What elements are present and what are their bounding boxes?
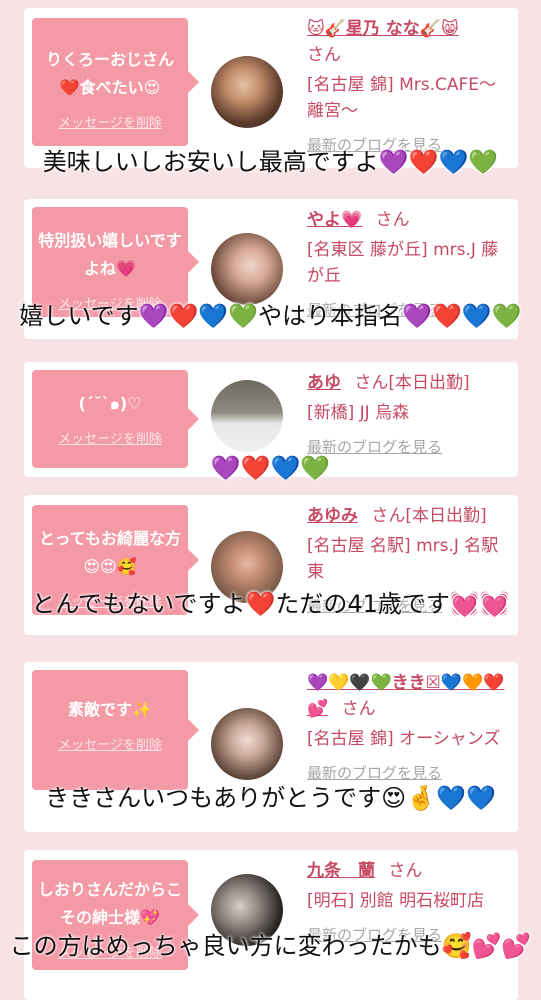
cast-name-row[interactable]: 🐱🎸星乃 なな🎸😸 さん: [307, 16, 512, 68]
delete-message-link[interactable]: メッセージを削除: [32, 734, 188, 753]
overlay-caption: とんでもないですよ❤️ただの41歳です💓💓: [31, 590, 510, 618]
message-card: りくろーおじさん❤️食べたい😍 メッセージを削除 🐱🎸星乃 なな🎸😸 さん [名…: [24, 8, 518, 168]
store-name: [新橋] JJ 烏森: [307, 403, 410, 423]
message-text: 素敵です✨: [68, 700, 152, 719]
cast-name[interactable]: あゆみ: [307, 506, 358, 526]
message-text: (´˘`๑)♡: [78, 394, 142, 413]
cast-name-row[interactable]: 💜💛🖤💚きき☒💙🧡❤️💕 さん: [307, 670, 512, 722]
cast-name-row[interactable]: やよ💗 さん: [307, 207, 512, 233]
honorific: さん[本日出勤]: [354, 373, 470, 393]
avatar[interactable]: [211, 708, 283, 780]
profile-info: 🐱🎸星乃 なな🎸😸 さん [名古屋 錦] Mrs.CAFE～離宮～ 最新のブログ…: [307, 16, 512, 156]
overlay-caption: ききさんいつもありがとうです😍🤞💙💙: [45, 784, 496, 812]
store-name: [名古屋 錦] Mrs.CAFE～離宮～: [307, 75, 497, 121]
honorific: さん: [375, 210, 410, 230]
message-text: 特別扱い嬉しいですよね💗: [38, 231, 182, 278]
overlay-caption: 💜❤️💙💚: [210, 454, 331, 482]
avatar[interactable]: [211, 233, 283, 305]
message-bubble: 素敵です✨ メッセージを削除: [32, 670, 199, 790]
message-bubble: りくろーおじさん❤️食べたい😍 メッセージを削除: [32, 18, 199, 146]
store-name: [名古屋 錦] オーシャンズ: [307, 729, 501, 749]
cast-name[interactable]: 💜💛🖤💚きき☒💙🧡❤️💕: [307, 673, 504, 719]
overlay-caption: 嬉しいです💜❤️💙💚やはり本指名💜❤️💙💚: [19, 302, 522, 330]
cast-name[interactable]: やよ💗: [307, 210, 362, 230]
honorific: さん: [388, 861, 423, 881]
store-name: [明石] 別館 明石桜町店: [307, 891, 485, 911]
cast-name[interactable]: あゆ: [307, 373, 341, 393]
blog-link[interactable]: 最新のブログを見る: [307, 762, 512, 784]
message-text: りくろーおじさん❤️食べたい😍: [45, 50, 174, 97]
overlay-caption: この方はめっちゃ良い方に変わったかも🥰💕💕: [9, 932, 532, 960]
cast-name[interactable]: 🐱🎸星乃 なな🎸😸: [307, 19, 459, 39]
store-name: [名古屋 名駅] mrs.J 名駅東: [307, 536, 499, 582]
honorific: さん: [307, 45, 341, 65]
profile-info: 💜💛🖤💚きき☒💙🧡❤️💕 さん [名古屋 錦] オーシャンズ 最新のブログを見る: [307, 670, 512, 784]
overlay-caption: 美味しいしお安いし最高ですよ💜❤️💙💚: [42, 148, 499, 176]
honorific: さん[本日出勤]: [371, 506, 487, 526]
message-text: しおりさんだからこその紳士様💖: [38, 880, 183, 927]
message-text: とってもお綺麗な方😍😍🥰: [39, 529, 181, 576]
delete-message-link[interactable]: メッセージを削除: [32, 428, 188, 447]
cast-name-row[interactable]: あゆみ さん[本日出勤]: [307, 503, 512, 529]
message-card: しおりさんだからこその紳士様💖 メッセージを削除 九条 蘭 さん [明石] 別館…: [24, 850, 518, 1000]
store-name: [名東区 藤が丘] mrs.J 藤が丘: [307, 240, 499, 286]
avatar[interactable]: [211, 380, 283, 452]
cast-name[interactable]: 九条 蘭: [307, 861, 375, 881]
cast-name-row[interactable]: あゆ さん[本日出勤]: [307, 370, 512, 396]
avatar[interactable]: [211, 56, 283, 128]
profile-info: あゆ さん[本日出勤] [新橋] JJ 烏森 最新のブログを見る: [307, 370, 512, 458]
delete-message-link[interactable]: メッセージを削除: [32, 112, 188, 131]
honorific: さん: [341, 699, 376, 719]
cast-name-row[interactable]: 九条 蘭 さん: [307, 858, 512, 884]
